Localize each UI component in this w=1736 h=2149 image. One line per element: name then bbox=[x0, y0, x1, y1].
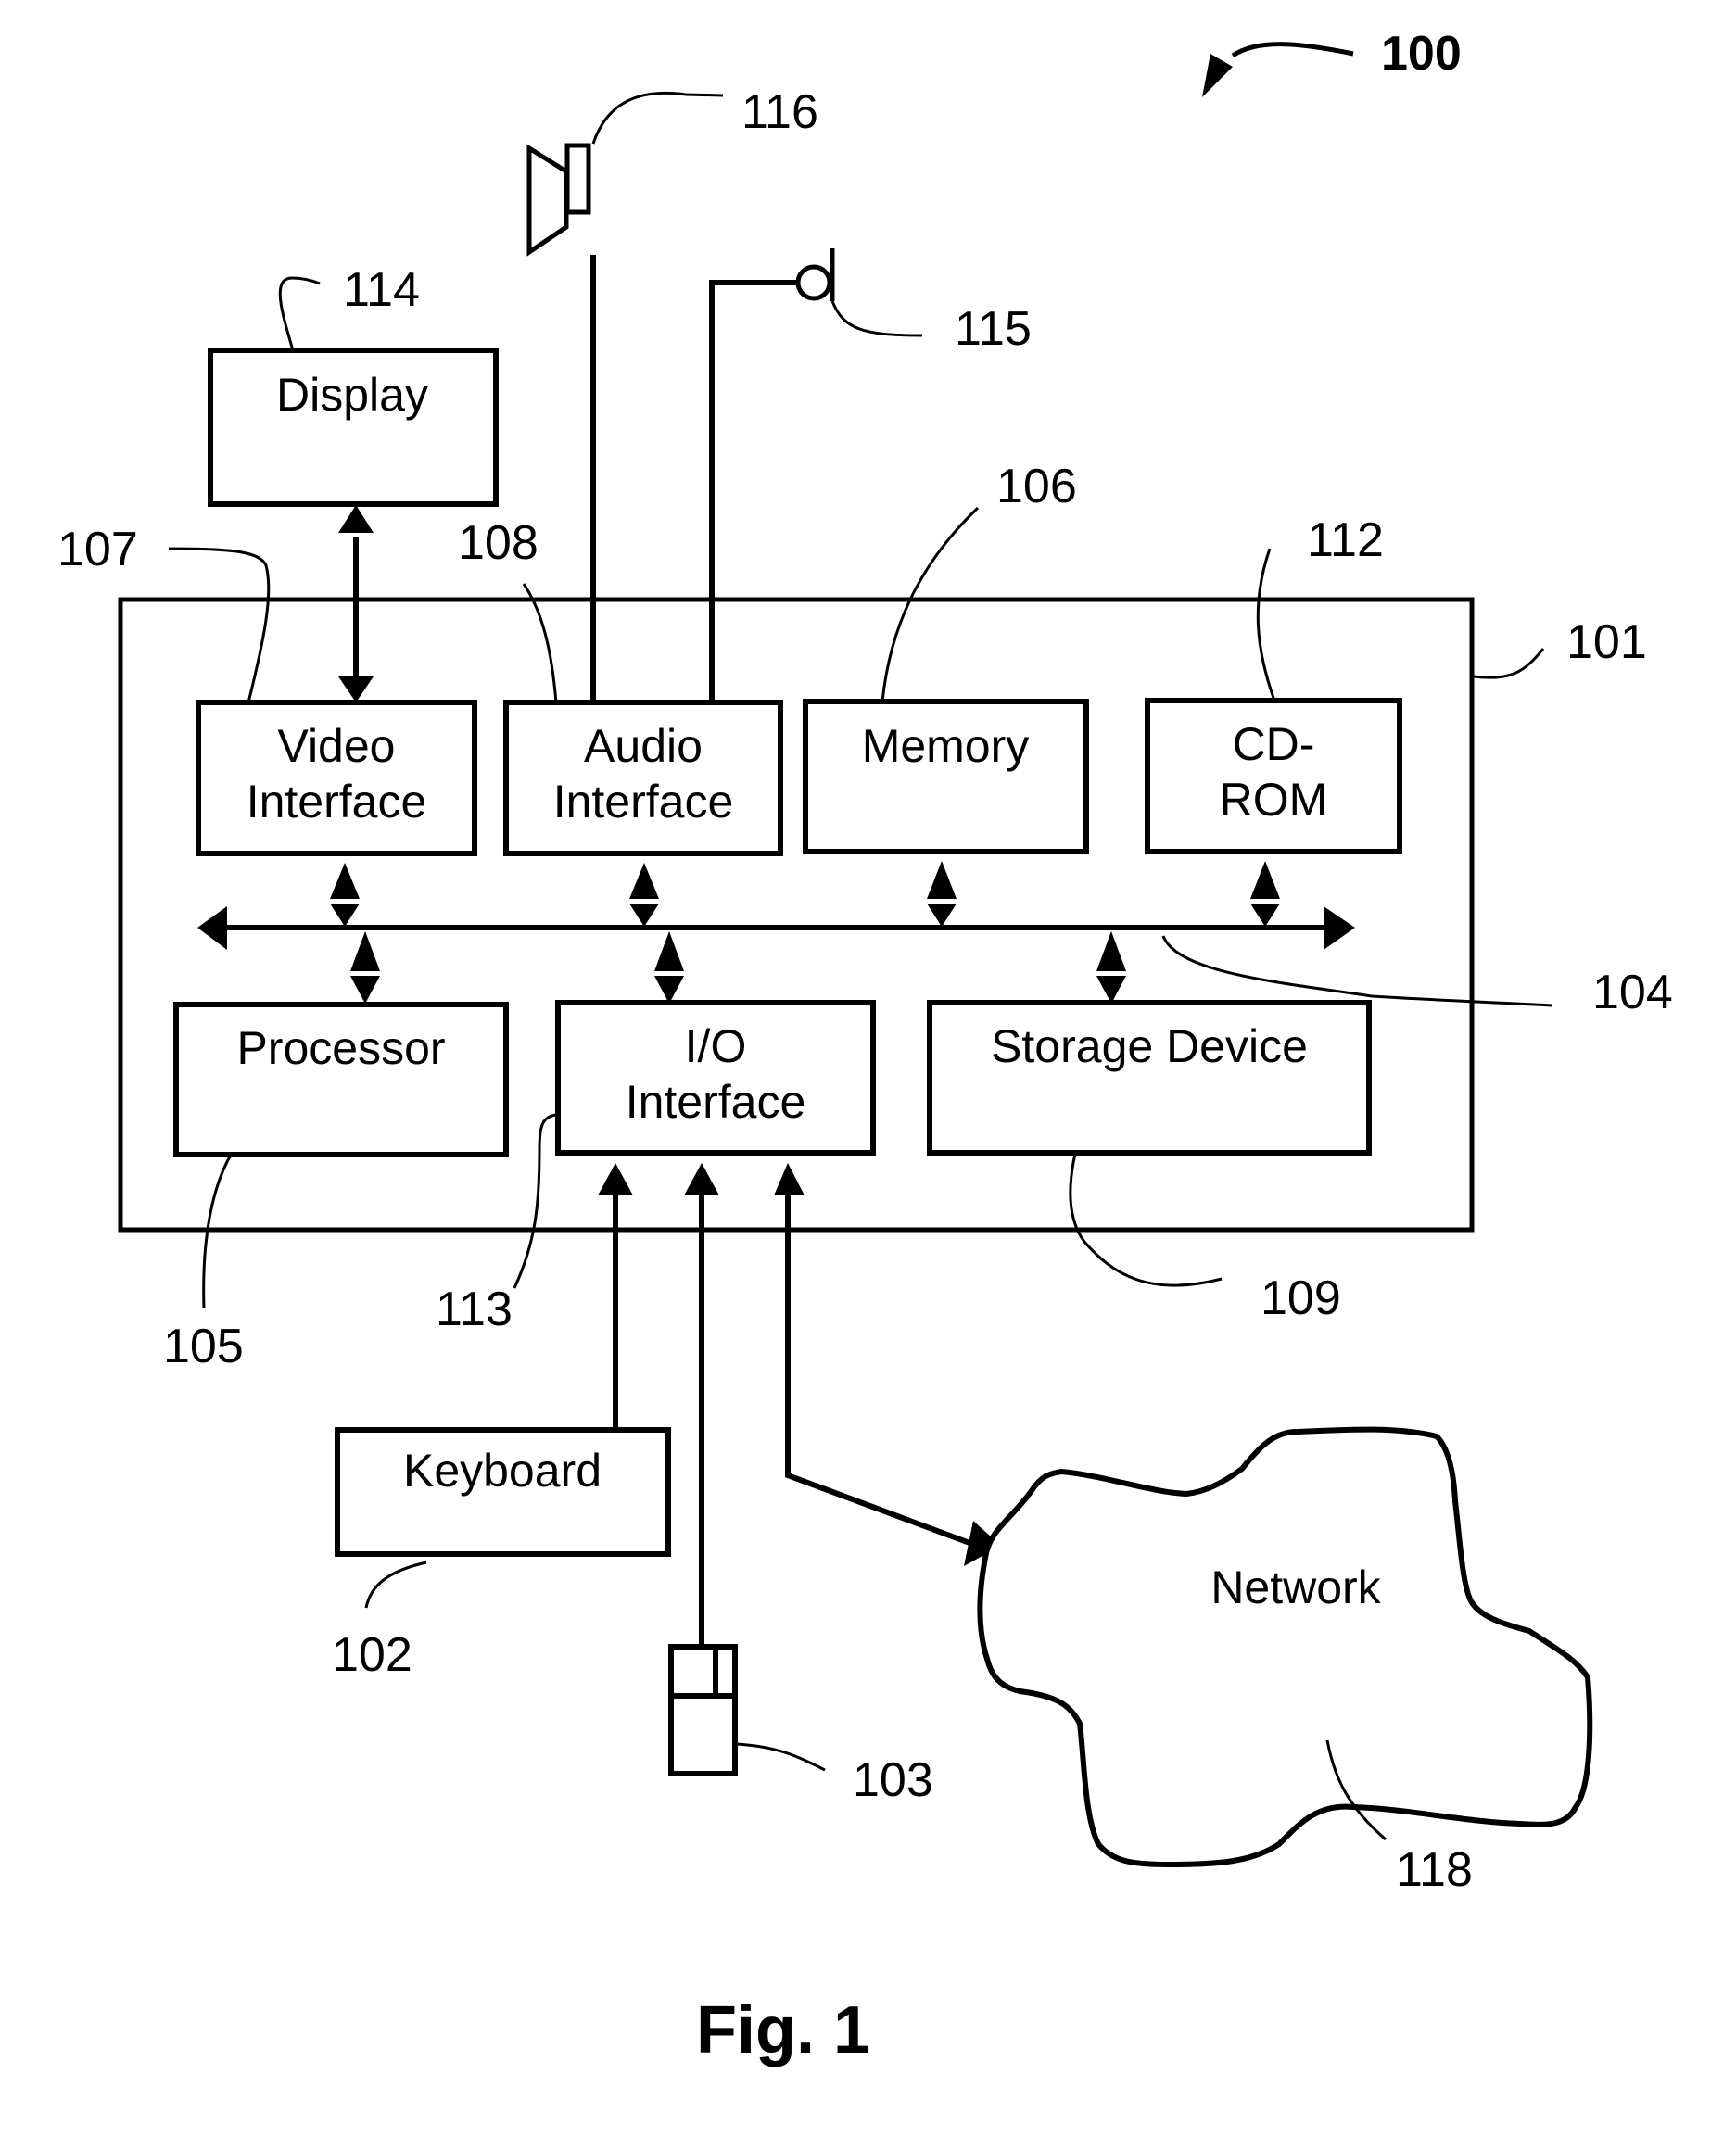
system-ref-group: 100 bbox=[1202, 27, 1462, 97]
cdrom-ref-leader bbox=[1256, 548, 1276, 702]
mouse-arrowhead bbox=[684, 1163, 719, 1195]
bus-arrowhead-right bbox=[1324, 906, 1355, 950]
display-arrowhead-up bbox=[338, 505, 374, 533]
bus-connector-storage bbox=[1096, 931, 1126, 1004]
bus-connector-video bbox=[330, 863, 360, 927]
bus-ref-label: 104 bbox=[1592, 966, 1673, 1019]
computer-ref-label: 101 bbox=[1566, 615, 1647, 669]
mouse-ref-label: 103 bbox=[853, 1753, 933, 1807]
mouse-icon bbox=[668, 1644, 738, 1776]
processor-ref-leader bbox=[202, 1156, 232, 1309]
display-ref-leader bbox=[278, 276, 321, 351]
speaker-ref-leader bbox=[591, 91, 724, 145]
storage-device-ref-label: 109 bbox=[1261, 1271, 1341, 1325]
memory-line1: Memory bbox=[862, 720, 1030, 772]
system-ref-leader bbox=[1231, 42, 1354, 58]
bus-connector-audio bbox=[629, 863, 659, 927]
bus-connector-io bbox=[654, 931, 684, 1004]
processor-line1: Processor bbox=[236, 1022, 445, 1074]
network-cloud bbox=[977, 1426, 1593, 1868]
display-label: Display bbox=[276, 369, 428, 421]
microphone-ref-leader bbox=[830, 300, 923, 337]
io-interface-ref-leader bbox=[513, 1113, 557, 1289]
display-ref-label: 114 bbox=[343, 263, 420, 317]
audio-interface-line1: Audio bbox=[584, 720, 703, 772]
keyboard-arrowhead bbox=[598, 1163, 633, 1195]
system-ref-label: 100 bbox=[1381, 27, 1462, 81]
speaker-ref-label: 116 bbox=[741, 85, 818, 139]
network-io-arrowhead bbox=[774, 1163, 805, 1195]
processor-ref-label: 105 bbox=[163, 1320, 244, 1373]
cdrom-line2: ROM bbox=[1220, 774, 1328, 826]
video-interface-ref-label: 107 bbox=[57, 523, 138, 576]
network-label: Network bbox=[1210, 1561, 1381, 1613]
io-interface-line2: Interface bbox=[626, 1076, 806, 1128]
audio-interface-ref-label: 108 bbox=[458, 516, 539, 570]
audio-interface-line2: Interface bbox=[553, 776, 734, 828]
bus-connector-processor bbox=[350, 931, 380, 1004]
cdrom-ref-label: 112 bbox=[1307, 513, 1384, 567]
keyboard-ref-leader bbox=[364, 1561, 427, 1609]
bus-connector-cdrom bbox=[1250, 861, 1280, 927]
keyboard-ref-label: 102 bbox=[332, 1628, 412, 1682]
bus-arrowhead-left bbox=[197, 906, 227, 950]
storage-device-line1: Storage Device bbox=[991, 1020, 1308, 1072]
cdrom-line1: CD- bbox=[1233, 718, 1315, 770]
video-interface-line2: Interface bbox=[247, 776, 427, 828]
storage-device-ref-leader bbox=[1069, 1153, 1223, 1287]
block-diagram: 100 101 Display 114 116 115 Video Interf… bbox=[57, 27, 1673, 2067]
video-interface-line1: Video bbox=[278, 720, 396, 772]
memory-ref-label: 106 bbox=[996, 460, 1077, 513]
microphone-ref-label: 115 bbox=[955, 302, 1032, 356]
bus-ref-leader bbox=[1161, 935, 1553, 1007]
memory-ref-leader bbox=[881, 506, 980, 702]
computer-ref-leader bbox=[1473, 648, 1545, 679]
microphone-wire bbox=[709, 280, 798, 702]
video-arrowhead-down bbox=[338, 676, 374, 702]
io-interface-ref-label: 113 bbox=[436, 1283, 513, 1336]
network-ref-label: 118 bbox=[1396, 1843, 1473, 1897]
microphone-icon bbox=[795, 248, 835, 301]
network-wire bbox=[785, 1191, 989, 1552]
speaker-icon bbox=[526, 143, 591, 257]
mouse-ref-leader bbox=[736, 1742, 826, 1772]
bus-connector-memory bbox=[927, 861, 957, 927]
keyboard-label: Keyboard bbox=[403, 1445, 602, 1497]
io-interface-line1: I/O bbox=[685, 1020, 747, 1072]
figure-caption: Fig. 1 bbox=[696, 1993, 870, 2067]
video-interface-ref-leader bbox=[168, 547, 271, 703]
system-ref-arrowhead bbox=[1202, 54, 1233, 97]
